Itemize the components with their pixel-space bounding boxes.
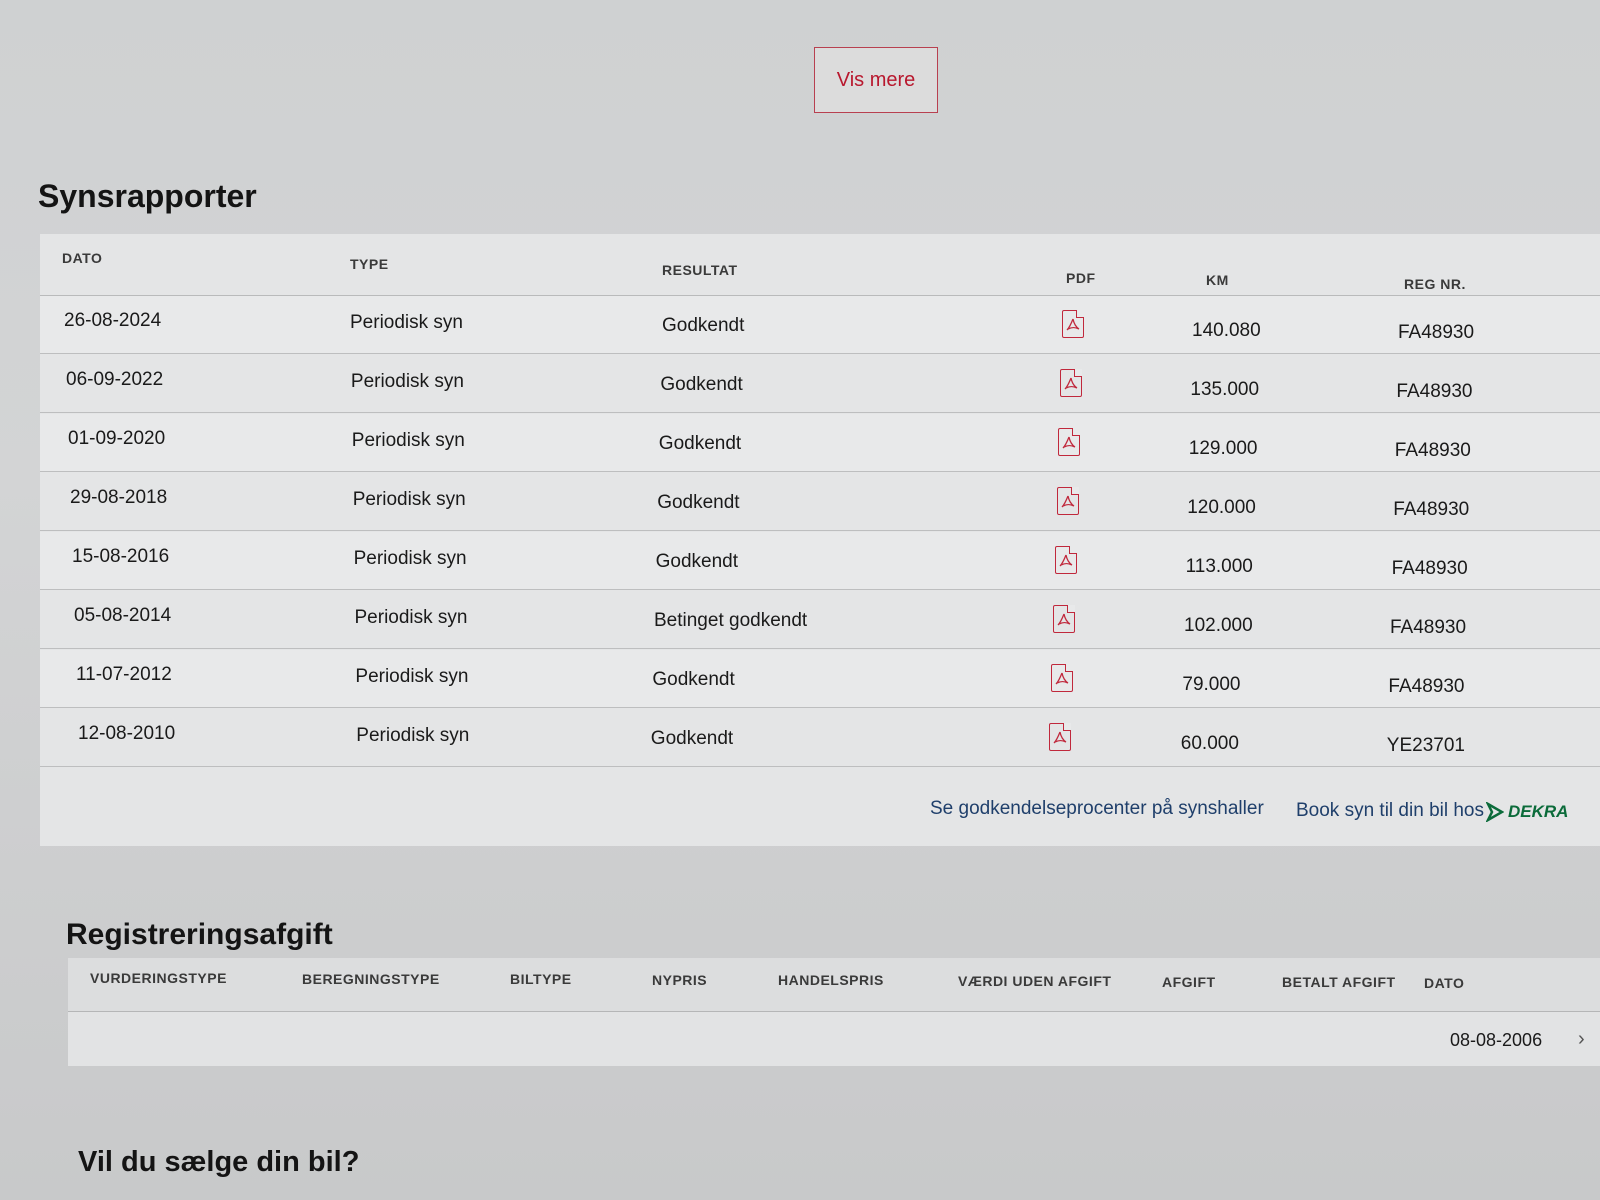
cell-type: Periodisk syn: [353, 548, 467, 570]
cell-km: 140.080: [1192, 319, 1261, 341]
pdf-file-icon[interactable]: [1062, 310, 1084, 338]
cell-type: Periodisk syn: [350, 371, 464, 393]
reg-header-6: AFGIFT: [1162, 973, 1216, 990]
table-row: 06-09-2022 Periodisk syn Godkendt 135.000 FA…: [40, 355, 1600, 413]
table-row: 29-08-2018 Periodisk syn Godkendt 120.000 FA…: [40, 473, 1600, 531]
pdf-file-icon[interactable]: [1053, 605, 1075, 633]
pdf-file-icon[interactable]: [1054, 546, 1077, 574]
synsrapporter-footer: Se godkendelseprocenter på synshaller Bo…: [40, 768, 1600, 846]
cell-km: 102.000: [1184, 614, 1253, 636]
reg-header-0: VURDERINGSTYPE: [90, 970, 227, 986]
cell-resultat: Godkendt: [652, 668, 735, 690]
cell-km: 79.000: [1182, 673, 1241, 695]
reg-header-7: BETALT AFGIFT: [1282, 974, 1396, 991]
vil-du-saelge-heading: Vil du sælge din bil?: [78, 1146, 360, 1178]
reg-header-2: BILTYPE: [510, 971, 572, 988]
header-pdf: PDF: [1066, 270, 1096, 286]
cell-km: 120.000: [1187, 496, 1256, 518]
cell-dato: 01-09-2020: [68, 428, 166, 449]
cell-resultat: Godkendt: [655, 550, 738, 572]
reg-header-4: HANDELSPRIS: [778, 972, 884, 989]
cell-km: 135.000: [1190, 378, 1260, 400]
reg-header-8: DATO: [1424, 974, 1465, 991]
table-header: DATO TYPE RESULTAT PDF KM REG NR.: [40, 234, 1600, 296]
chevron-right-icon[interactable]: ›: [1578, 1028, 1585, 1051]
header-reg-nr: REG NR.: [1404, 276, 1466, 292]
table-row: 01-09-2020 Periodisk syn Godkendt 129.000 FA…: [40, 414, 1600, 472]
cell-resultat: Godkendt: [650, 727, 734, 749]
cell-km: 129.000: [1188, 437, 1258, 459]
table-row: 11-07-2012 Periodisk syn Godkendt 79.000 FA4…: [40, 650, 1600, 708]
dekra-logo-icon[interactable]: [1486, 802, 1504, 822]
cell-dato: 06-09-2022: [66, 369, 164, 390]
reg-header-1: BEREGNINGSTYPE: [302, 970, 440, 987]
cell-type: Periodisk syn: [351, 430, 465, 452]
pdf-file-icon[interactable]: [1051, 664, 1074, 692]
cell-type: Periodisk syn: [356, 725, 470, 747]
table-row: 05-08-2014 Periodisk syn Betinget godkendt…: [40, 591, 1600, 649]
header-resultat: RESULTAT: [662, 262, 738, 278]
cell-km: 113.000: [1185, 555, 1253, 577]
cell-dato: 29-08-2018: [70, 487, 168, 508]
cell-resultat: Betinget godkendt: [654, 609, 808, 631]
cell-reg: FA48930: [1393, 499, 1470, 520]
cell-type: Periodisk syn: [350, 312, 463, 334]
table-row: 15-08-2016 Periodisk syn Godkendt 113.000 FA…: [40, 532, 1600, 590]
cell-dato: 15-08-2016: [72, 546, 170, 567]
godkendelsesprocent-link[interactable]: Se godkendelseprocenter på synshaller: [930, 798, 1264, 820]
cell-type: Periodisk syn: [352, 489, 466, 511]
registreringsafgift-heading: Registreringsafgift: [66, 918, 333, 951]
registreringsafgift-table: VURDERINGSTYPE BEREGNINGSTYPE BILTYPE NYPRI…: [68, 958, 1600, 1066]
cell-type: Periodisk syn: [354, 607, 468, 629]
vis-mere-button[interactable]: Vis mere: [814, 47, 938, 113]
table-row: 12-08-2010 Periodisk syn Godkendt 60.000 YE2…: [40, 709, 1600, 767]
reg-dato-cell: 08-08-2006: [1450, 1030, 1543, 1050]
cell-reg: FA48930: [1398, 322, 1475, 343]
cell-resultat: Godkendt: [658, 432, 742, 454]
pdf-file-icon[interactable]: [1060, 369, 1083, 397]
cell-km: 60.000: [1180, 732, 1239, 754]
cell-resultat: Godkendt: [657, 491, 740, 513]
synsrapporter-table: DATO TYPE RESULTAT PDF KM REG NR. 26-08-…: [40, 234, 1600, 846]
table-row: 26-08-2024 Periodisk syn Godkendt 140.080 FA…: [40, 296, 1600, 354]
reg-header-5: VÆRDI UDEN AFGIFT: [958, 973, 1112, 989]
cell-resultat: Godkendt: [662, 314, 745, 336]
cell-dato: 26-08-2024: [64, 310, 162, 331]
cell-reg: FA48930: [1396, 381, 1473, 402]
reg-header-3: NYPRIS: [652, 971, 708, 988]
dekra-logo[interactable]: DEKRA: [1508, 802, 1568, 822]
table-row[interactable]: 08-08-2006 ›: [68, 1012, 1600, 1066]
cell-dato: 05-08-2014: [74, 605, 172, 626]
pdf-file-icon[interactable]: [1058, 428, 1081, 456]
cell-reg: FA48930: [1391, 558, 1468, 579]
cell-reg: YE23701: [1386, 735, 1465, 756]
cell-type: Periodisk syn: [355, 666, 469, 688]
cell-dato: 12-08-2010: [78, 723, 176, 744]
pdf-file-icon[interactable]: [1056, 487, 1079, 515]
cell-dato: 11-07-2012: [76, 664, 172, 685]
pdf-file-icon[interactable]: [1049, 723, 1072, 751]
header-type: TYPE: [350, 256, 389, 272]
cell-reg: FA48930: [1390, 617, 1467, 638]
cell-reg: FA48930: [1394, 440, 1471, 461]
header-km: KM: [1206, 272, 1229, 288]
header-dato: DATO: [62, 250, 103, 266]
synsrapporter-heading: Synsrapporter: [38, 178, 257, 214]
book-syn-link[interactable]: Book syn til din bil hos: [1296, 800, 1484, 822]
cell-reg: FA48930: [1388, 676, 1465, 697]
cell-resultat: Godkendt: [660, 373, 743, 395]
table-header: VURDERINGSTYPE BEREGNINGSTYPE BILTYPE NYPRI…: [68, 958, 1600, 1012]
